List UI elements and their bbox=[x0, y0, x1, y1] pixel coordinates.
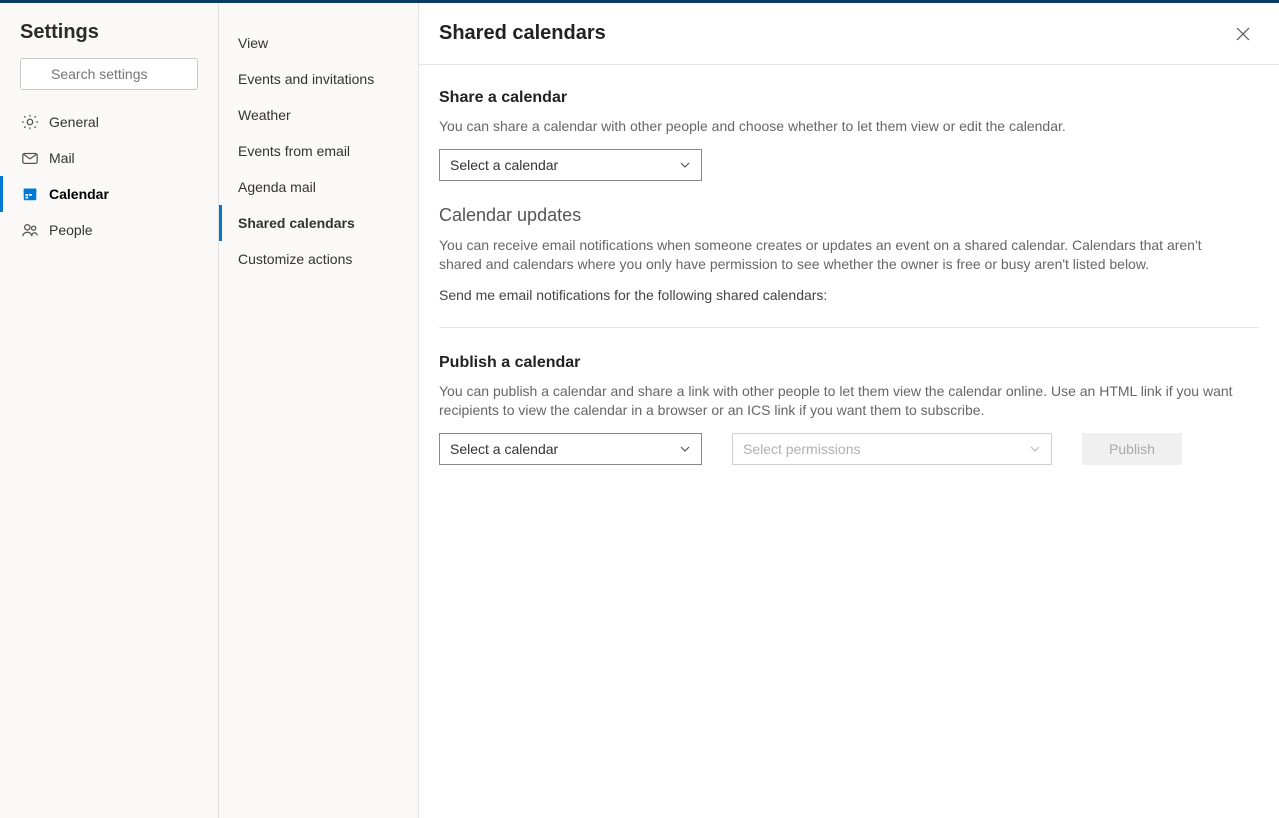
main-panel: Shared calendars Share a calendar You ca… bbox=[419, 3, 1279, 818]
sidebar-item-label: Calendar bbox=[49, 186, 109, 202]
people-icon bbox=[21, 221, 39, 239]
publish-calendar-desc: You can publish a calendar and share a l… bbox=[439, 382, 1239, 421]
share-calendar-section: Share a calendar You can share a calenda… bbox=[439, 89, 1259, 181]
calendar-updates-heading: Calendar updates bbox=[439, 205, 1259, 226]
sidebar-item-calendar[interactable]: Calendar bbox=[0, 176, 218, 212]
settings-subnav: View Events and invitations Weather Even… bbox=[219, 3, 419, 818]
subnav-item-view[interactable]: View bbox=[219, 25, 418, 61]
main-content: Share a calendar You can share a calenda… bbox=[419, 65, 1279, 513]
sidebar-item-people[interactable]: People bbox=[0, 212, 218, 248]
sidebar-item-label: General bbox=[49, 114, 99, 130]
subnav-item-agenda-mail[interactable]: Agenda mail bbox=[219, 169, 418, 205]
sidebar-item-label: People bbox=[49, 222, 93, 238]
calendar-updates-desc2: Send me email notifications for the foll… bbox=[439, 287, 1259, 303]
sidebar-item-general[interactable]: General bbox=[0, 104, 218, 140]
chevron-down-icon bbox=[679, 443, 691, 455]
share-calendar-desc: You can share a calendar with other peop… bbox=[439, 117, 1239, 137]
sidebar-item-label: Mail bbox=[49, 150, 75, 166]
subnav-item-weather[interactable]: Weather bbox=[219, 97, 418, 133]
mail-icon bbox=[21, 149, 39, 167]
publish-permissions-dropdown[interactable]: Select permissions bbox=[732, 433, 1052, 465]
subnav-item-events-from-email[interactable]: Events from email bbox=[219, 133, 418, 169]
chevron-down-icon bbox=[679, 159, 691, 171]
page-title: Shared calendars bbox=[439, 22, 606, 45]
subnav-item-events-invitations[interactable]: Events and invitations bbox=[219, 61, 418, 97]
main-header: Shared calendars bbox=[419, 3, 1279, 65]
sidebar-item-mail[interactable]: Mail bbox=[0, 140, 218, 176]
calendar-updates-section: Calendar updates You can receive email n… bbox=[439, 205, 1259, 303]
divider bbox=[439, 327, 1259, 328]
search-wrap bbox=[0, 58, 218, 104]
dropdown-label: Select a calendar bbox=[450, 441, 558, 457]
search-input[interactable] bbox=[20, 58, 198, 90]
subnav-item-shared-calendars[interactable]: Shared calendars bbox=[219, 205, 418, 241]
settings-sidebar: Settings General Mail bbox=[0, 3, 219, 818]
publish-calendar-heading: Publish a calendar bbox=[439, 354, 1259, 372]
dropdown-label: Select a calendar bbox=[450, 157, 558, 173]
dropdown-label: Select permissions bbox=[743, 441, 861, 457]
gear-icon bbox=[21, 113, 39, 131]
publish-calendar-section: Publish a calendar You can publish a cal… bbox=[439, 354, 1259, 465]
calendar-icon bbox=[21, 185, 39, 203]
subnav-item-customize-actions[interactable]: Customize actions bbox=[219, 241, 418, 277]
publish-button[interactable]: Publish bbox=[1082, 433, 1182, 465]
publish-row: Select a calendar Select permissions Pub… bbox=[439, 433, 1259, 465]
share-calendar-dropdown[interactable]: Select a calendar bbox=[439, 149, 702, 181]
calendar-updates-desc: You can receive email notifications when… bbox=[439, 236, 1239, 275]
chevron-down-icon bbox=[1029, 443, 1041, 455]
close-icon bbox=[1235, 26, 1251, 42]
publish-calendar-dropdown[interactable]: Select a calendar bbox=[439, 433, 702, 465]
close-button[interactable] bbox=[1227, 18, 1259, 50]
settings-title: Settings bbox=[0, 21, 218, 58]
share-calendar-heading: Share a calendar bbox=[439, 89, 1259, 107]
